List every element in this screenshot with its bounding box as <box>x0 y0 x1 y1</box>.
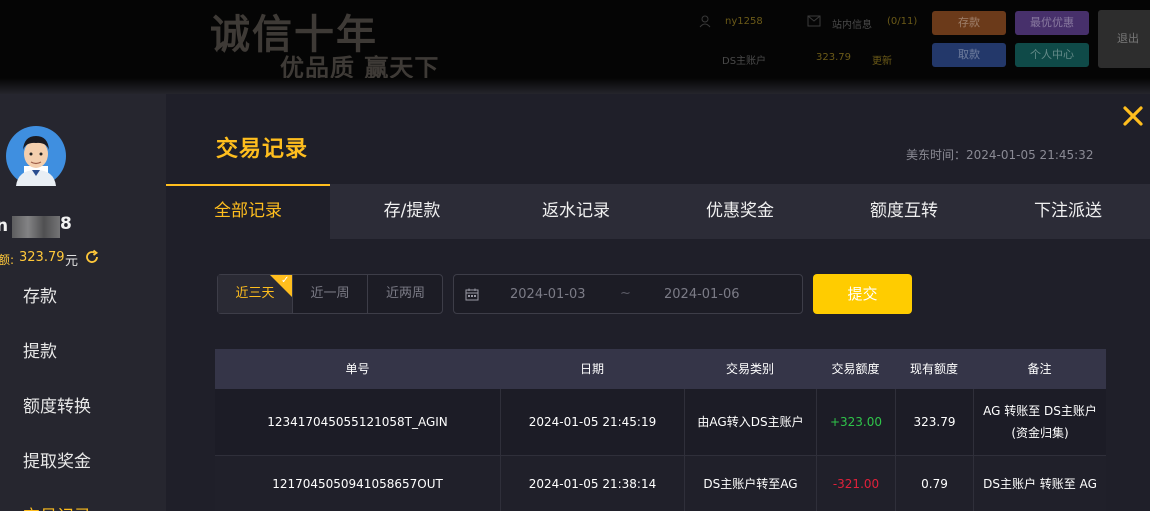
tab-rebate[interactable]: 返水记录 <box>494 184 658 239</box>
date-range-selector: 近三天 近一周 近两周 ✓ <box>217 274 443 314</box>
cell-balance: 0.79 <box>896 456 974 511</box>
calendar-icon <box>465 288 479 301</box>
refresh-icon[interactable] <box>84 249 100 265</box>
col-note: 备注 <box>1027 362 1052 376</box>
account-sidebar: n 8 额: 323.79 元 存款 提款 额度转换 提取奖金 交易记录 <box>0 94 166 511</box>
mail-icon <box>807 15 821 27</box>
sidebar-username-end: 8 <box>60 214 72 234</box>
date-to-field[interactable]: 2024-01-06 <box>664 287 740 302</box>
sidebar-item-transfer[interactable]: 额度转换 <box>23 392 91 417</box>
header-withdraw-button[interactable]: 取款 <box>932 43 1006 67</box>
close-icon[interactable] <box>1121 104 1145 128</box>
header-user-center-button[interactable]: 个人中心 <box>1015 43 1089 67</box>
cell-balance: 323.79 <box>896 389 974 455</box>
table-header: 单号 日期 交易类别 交易额度 现有额度 备注 <box>215 349 1106 389</box>
header-promo-button[interactable]: 最优优惠 <box>1015 11 1089 35</box>
cell-note: AG 转账至 DS主账户(资金归集) <box>983 404 1097 440</box>
header-logout-button[interactable]: 退出 <box>1098 10 1150 68</box>
cell-amount: -321.00 <box>817 456 896 511</box>
app-root: 诚信十年 优品质 赢天下 ny1258 站内信息 (0/11) DS主账户 32… <box>0 0 1150 511</box>
cell-amount: +323.00 <box>817 389 896 455</box>
balance-label: 额: <box>0 253 15 267</box>
header-mail-count: (0/11) <box>887 16 918 27</box>
col-balance: 现有额度 <box>909 362 958 376</box>
user-icon <box>699 15 711 28</box>
sidebar-item-bonus[interactable]: 提取奖金 <box>23 447 91 472</box>
check-icon: ✓ <box>281 275 290 286</box>
tab-transfer[interactable]: 额度互转 <box>822 184 986 239</box>
cell-order-id: 1217045050941058657OUT <box>215 456 501 511</box>
col-order-id: 单号 <box>345 362 370 376</box>
header-username[interactable]: ny1258 <box>725 16 763 27</box>
range-1-week[interactable]: 近一周 <box>293 275 368 313</box>
tab-deposit-withdraw[interactable]: 存/提款 <box>330 184 494 239</box>
records-panel: 交易记录 美东时间：2024-01-05 21:45:32 全部记录 存/提款 … <box>166 94 1150 511</box>
header-refresh-link[interactable]: 更新 <box>872 52 892 67</box>
username-mask <box>12 216 60 238</box>
table-row: 1217045050941058657OUT 2024-01-05 21:38:… <box>215 456 1106 511</box>
records-table: 单号 日期 交易类别 交易额度 现有额度 备注 1234170450551210… <box>215 349 1106 511</box>
header-mail-link[interactable]: 站内信息 <box>832 16 872 31</box>
avatar <box>6 126 66 186</box>
cell-order-id: 12341704505512105​8T_AGIN <box>215 389 501 455</box>
date-from-field[interactable]: 2024-01-03 <box>510 287 586 302</box>
sidebar-username-start: n <box>0 216 10 236</box>
header-account-label: DS主账户 <box>722 56 767 67</box>
tab-all-records[interactable]: 全部记录 <box>166 184 330 239</box>
cell-note: DS主账户 转账至 AG <box>983 476 1097 491</box>
header-account-value: 323.79 <box>816 52 851 63</box>
col-type: 交易类别 <box>725 362 774 376</box>
date-separator: ~ <box>620 286 631 301</box>
cell-date: 2024-01-05 21:38:14 <box>501 456 685 511</box>
date-range-input[interactable]: 2024-01-03 ~ 2024-01-06 <box>453 274 803 314</box>
header-fade <box>0 78 1150 94</box>
col-amount: 交易额度 <box>831 362 880 376</box>
server-time: 美东时间：2024-01-05 21:45:32 <box>906 148 1094 162</box>
sidebar-item-withdraw[interactable]: 提款 <box>23 337 57 362</box>
table-row: 12341704505512105​8T_AGIN 2024-01-05 21:… <box>215 389 1106 455</box>
tab-promo-bonus[interactable]: 优惠奖金 <box>658 184 822 239</box>
sidebar-item-records[interactable]: 交易记录 <box>23 502 91 511</box>
tab-bet-reward[interactable]: 下注派送 <box>986 184 1150 239</box>
balance-unit: 元 <box>65 254 79 269</box>
header-deposit-button[interactable]: 存款 <box>932 11 1006 35</box>
cell-type: DS主账户转至AG <box>685 456 817 511</box>
sidebar-item-deposit[interactable]: 存款 <box>23 282 57 307</box>
record-tabs: 全部记录 存/提款 返水记录 优惠奖金 额度互转 下注派送 <box>166 184 1150 239</box>
site-header: 诚信十年 优品质 赢天下 ny1258 站内信息 (0/11) DS主账户 32… <box>0 0 1150 94</box>
cell-type: 由AG转入DS主账户 <box>685 389 817 455</box>
col-date: 日期 <box>579 362 604 376</box>
page-title: 交易记录 <box>216 137 309 162</box>
submit-button[interactable]: 提交 <box>813 274 912 314</box>
cell-date: 2024-01-05 21:45:19 <box>501 389 685 455</box>
range-2-weeks[interactable]: 近两周 <box>368 275 443 313</box>
balance-value: 323.79 <box>19 250 65 265</box>
